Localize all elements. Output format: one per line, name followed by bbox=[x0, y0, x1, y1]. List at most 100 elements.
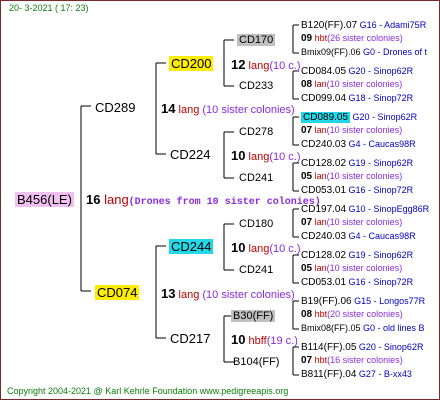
gen3-name-2: CD233 bbox=[239, 80, 274, 92]
gen4-num-6: 05 bbox=[301, 263, 313, 274]
gen4-bottom-name-3: CD240.03 bbox=[301, 139, 347, 150]
gen1-name-1: CD289 bbox=[95, 100, 136, 115]
gen4-top-name-8: B114(FF).05 bbox=[301, 342, 357, 353]
gen1-mating-2: 13 lang (10 sister colonies) bbox=[161, 286, 295, 302]
gen4-top-info-7: G15 - Longos77R bbox=[354, 296, 426, 306]
gen1-node-2: CD074 bbox=[95, 285, 140, 300]
gen4-top-name-5: CD197.04 bbox=[301, 204, 347, 215]
root-note: (Drones from 10 sister colonies) bbox=[128, 197, 321, 208]
gen4-top-8: B114(FF).05 G20 - Sinop62R bbox=[301, 341, 423, 354]
gen4-bottom-info-1: G0 - Drones of t bbox=[363, 47, 428, 57]
gen3-name-8: B104(FF) bbox=[233, 356, 280, 368]
gen4-bottom-name-6: CD053.01 bbox=[301, 277, 347, 288]
gen4-bottom-name-7: Bmix08(FF).05 bbox=[301, 323, 361, 333]
gen4-note-2: (10 sister colonies) bbox=[326, 79, 403, 89]
gen4-top-info-6: G19 - Sinop62R bbox=[348, 250, 414, 260]
gen2-lang-3: lang bbox=[248, 243, 270, 255]
gen4-bottom-name-5: CD240.03 bbox=[301, 231, 347, 242]
gen4-bottom-1: Bmix09(FF).06 G0 - Drones of t bbox=[301, 46, 427, 59]
gen4-bottom-name-4: CD053.01 bbox=[301, 185, 347, 196]
root-num: 16 bbox=[86, 192, 101, 207]
root-mating: 16 lang(Drones from 10 sister colonies) bbox=[86, 192, 321, 210]
gen4-mating-1: 09 hbt(26 sister colonies) bbox=[301, 32, 403, 45]
gen3-node-5: CD180 bbox=[239, 218, 273, 231]
gen4-num-7: 08 bbox=[301, 309, 313, 320]
gen4-top-name-7: B19(FF).06 bbox=[301, 296, 352, 307]
gen4-top-name-6: CD128.02 bbox=[301, 250, 347, 261]
gen2-name-4: CD217 bbox=[170, 331, 211, 346]
gen4-bottom-8: B811(FF).04 G27 - B-xx43 bbox=[301, 368, 412, 381]
gen4-top-5: CD197.04 G10 - SinopEgg86R bbox=[301, 203, 429, 216]
gen3-name-3: CD278 bbox=[239, 126, 274, 138]
gen3-node-1: CD170 bbox=[237, 34, 276, 47]
gen2-num-1: 12 bbox=[231, 57, 246, 72]
gen2-node-2: CD224 bbox=[170, 147, 210, 162]
gen4-bottom-info-2: G18 - Sinop72R bbox=[348, 93, 414, 103]
gen2-num-3: 10 bbox=[231, 240, 246, 255]
gen4-top-4: CD128.02 G19 - Sinop62R bbox=[301, 157, 413, 170]
gen4-top-info-4: G19 - Sinop62R bbox=[348, 158, 414, 168]
gen4-bottom-3: CD240.03 G4 - Caucas98R bbox=[301, 138, 416, 151]
gen3-name-4: CD241 bbox=[239, 172, 274, 184]
gen4-mating-7: 08 hbt(20 sister colonies) bbox=[301, 308, 403, 321]
gen4-top-name-4: CD128.02 bbox=[301, 158, 347, 169]
gen4-bottom-info-8: G27 - B-xx43 bbox=[358, 369, 412, 379]
gen1-num-2: 13 bbox=[161, 286, 176, 301]
gen4-note-5: (10 sister colonies) bbox=[326, 217, 403, 227]
gen4-lang-2: lan bbox=[314, 79, 327, 89]
gen4-num-2: 08 bbox=[301, 79, 313, 90]
root-node: B456(LE) bbox=[15, 192, 74, 207]
gen4-lang-3: lan bbox=[314, 125, 327, 135]
gen3-node-4: CD241 bbox=[239, 172, 273, 185]
gen4-top-3: CD089.05 G20 - Sinop62R bbox=[301, 111, 417, 124]
gen4-note-7: (20 sister colonies) bbox=[327, 309, 403, 319]
gen1-num-1: 14 bbox=[161, 101, 176, 116]
root-name: B456(LE) bbox=[15, 192, 74, 207]
gen2-lang-2: lang bbox=[248, 151, 270, 163]
gen4-mating-8: 07 hbt(16 sister colonies) bbox=[301, 354, 403, 367]
gen2-name-2: CD224 bbox=[170, 147, 211, 162]
gen3-node-3: CD278 bbox=[239, 126, 273, 139]
gen2-num-4: 10 bbox=[231, 332, 246, 347]
gen1-name-2: CD074 bbox=[95, 285, 140, 300]
gen3-name-7: B30(FF) bbox=[231, 310, 276, 322]
gen2-mating-4: 10 hbff(19 c.) bbox=[231, 332, 298, 348]
gen4-top-info-5: G10 - SinopEgg86R bbox=[348, 204, 430, 214]
gen1-lang-1: lang bbox=[178, 104, 200, 116]
gen2-note-2: (10 c.) bbox=[269, 151, 301, 163]
gen3-name-6: CD241 bbox=[239, 264, 274, 276]
gen3-name-5: CD180 bbox=[239, 218, 274, 230]
gen2-note-3: (10 c.) bbox=[269, 243, 301, 255]
gen4-bottom-5: CD240.03 G4 - Caucas98R bbox=[301, 230, 416, 243]
gen1-note-1: (10 sister colonies) bbox=[202, 104, 295, 116]
gen4-bottom-info-4: G16 - Sinop72R bbox=[348, 185, 414, 195]
gen4-num-8: 07 bbox=[301, 355, 313, 366]
gen4-top-info-8: G20 - Sinop62R bbox=[358, 342, 424, 352]
gen4-lang-5: lan bbox=[314, 217, 327, 227]
gen4-bottom-name-2: CD099.04 bbox=[301, 93, 347, 104]
gen4-top-1: B120(FF).07 G16 - Adami75R bbox=[301, 19, 426, 32]
gen4-bottom-info-3: G4 - Caucas98R bbox=[348, 139, 416, 149]
gen4-bottom-info-5: G4 - Caucas98R bbox=[348, 231, 416, 241]
gen4-num-3: 07 bbox=[301, 125, 313, 136]
gen3-node-2: CD233 bbox=[239, 80, 273, 93]
gen2-num-2: 10 bbox=[231, 148, 246, 163]
gen4-bottom-name-1: Bmix09(FF).06 bbox=[301, 47, 361, 57]
gen4-top-name-3: CD089.05 bbox=[301, 112, 351, 123]
gen2-note-4: (19 c.) bbox=[266, 335, 298, 347]
gen1-node-1: CD289 bbox=[95, 100, 135, 115]
gen4-lang-6: lan bbox=[314, 263, 327, 273]
gen2-node-4: CD217 bbox=[170, 331, 210, 346]
gen4-top-2: CD084.05 G20 - Sinop62R bbox=[301, 65, 413, 78]
gen4-bottom-name-8: B811(FF).04 bbox=[301, 369, 357, 380]
gen4-num-4: 05 bbox=[301, 171, 313, 182]
gen2-lang-4: hbff bbox=[248, 335, 267, 347]
gen3-node-8: B104(FF) bbox=[233, 356, 279, 369]
gen4-note-6: (10 sister colonies) bbox=[326, 263, 403, 273]
gen4-lang-8: hbt bbox=[314, 355, 328, 365]
gen4-bottom-2: CD099.04 G18 - Sinop72R bbox=[301, 92, 413, 105]
gen2-mating-2: 10 lang(10 c.) bbox=[231, 148, 301, 164]
gen4-top-7: B19(FF).06 G15 - Longos77R bbox=[301, 295, 425, 308]
gen2-node-3: CD244 bbox=[169, 239, 214, 254]
generated-date: 20- 3-2021 ( 17: 23) bbox=[9, 3, 89, 13]
